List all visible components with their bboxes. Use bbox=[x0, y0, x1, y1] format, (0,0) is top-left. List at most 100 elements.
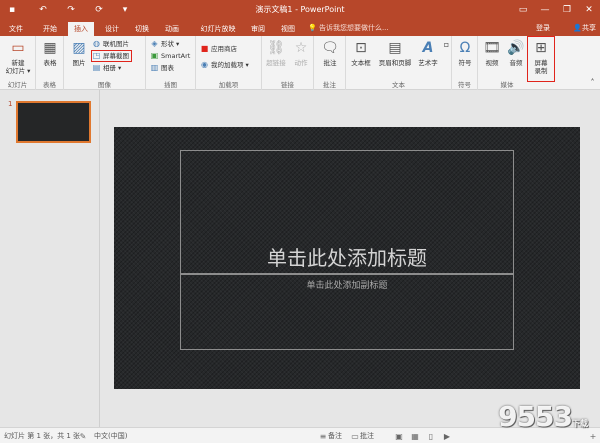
chevron-down-icon: ▾ bbox=[245, 61, 249, 69]
slide-thumbnail[interactable] bbox=[16, 101, 91, 143]
comment-label: 批注 bbox=[323, 59, 337, 67]
header-footer-button[interactable]: ▤ 页眉和页脚 bbox=[376, 39, 414, 67]
group-slides-label: 幻灯片 bbox=[7, 81, 28, 89]
zoom-in-icon[interactable]: + bbox=[588, 431, 598, 441]
wordart-label: 艺术字 bbox=[418, 59, 438, 67]
watermark-logo: 9553下载 bbox=[498, 400, 588, 433]
wordart-button[interactable]: A 艺术字 bbox=[416, 39, 440, 67]
group-tables: ▦ 表格 表格 bbox=[36, 36, 64, 90]
reading-view-icon[interactable]: ▯ bbox=[426, 431, 436, 441]
group-addins: ■ 应用商店 ◉ 我的加载项 ▾ 加载项 bbox=[196, 36, 262, 90]
textbox-button[interactable]: ⊡ 文本框 bbox=[348, 39, 374, 67]
table-button[interactable]: ▦ 表格 bbox=[38, 39, 62, 67]
tab-animations[interactable]: 动画 bbox=[160, 22, 184, 36]
tab-review[interactable]: 审阅 bbox=[248, 22, 268, 36]
table-icon: ▦ bbox=[43, 40, 57, 56]
tab-insert[interactable]: 插入 bbox=[68, 22, 94, 36]
pictures-button[interactable]: ▨ 图片 bbox=[67, 39, 91, 67]
close-button[interactable]: ✕ bbox=[578, 0, 600, 20]
group-slides: ▭ 新建 幻灯片 ▾ 幻灯片 bbox=[0, 36, 36, 90]
collapse-ribbon-icon[interactable]: ˄ bbox=[588, 78, 597, 88]
shapes-button[interactable]: ◈ 形状 ▾ bbox=[150, 39, 179, 49]
video-button[interactable]: 🎞 视频 bbox=[480, 39, 504, 67]
header-footer-icon: ▤ bbox=[388, 40, 402, 56]
comment-button[interactable]: 🗨 批注 bbox=[318, 39, 342, 67]
tell-me-text: 告诉我您想要做什么... bbox=[318, 24, 389, 32]
new-slide-button[interactable]: ▭ 新建 幻灯片 ▾ bbox=[5, 39, 31, 75]
screenshot-icon: ◳ bbox=[92, 51, 101, 60]
chart-button[interactable]: ▥ 图表 bbox=[150, 63, 174, 73]
tab-transitions[interactable]: 切换 bbox=[130, 22, 154, 36]
audio-button[interactable]: 🔊 音频 bbox=[504, 39, 528, 67]
ribbon: ▭ 新建 幻灯片 ▾ 幻灯片 ▦ 表格 表格 ▨ 图片 ◍ 联机图片 ◳ 屏幕截… bbox=[0, 36, 600, 90]
action-button[interactable]: ☆ 动作 bbox=[289, 39, 313, 67]
smartart-button[interactable]: ▣ SmartArt bbox=[150, 51, 191, 61]
title-bar: ▪ ↶ ↷ ⟳ ▾ 演示文稿1 - PowerPoint ▭ — ❐ ✕ bbox=[0, 0, 600, 20]
audio-label: 音频 bbox=[509, 59, 523, 67]
my-addins-button[interactable]: ◉ 我的加载项 ▾ bbox=[200, 60, 249, 70]
group-illustrations-label: 插图 bbox=[164, 81, 177, 89]
maximize-button[interactable]: ❐ bbox=[556, 0, 578, 20]
video-label: 视频 bbox=[485, 59, 499, 67]
spellcheck-icon[interactable]: ✎ bbox=[78, 431, 88, 441]
group-comments-label: 批注 bbox=[323, 81, 336, 89]
tab-file[interactable]: 文件 bbox=[4, 22, 28, 36]
textbox-icon: ⊡ bbox=[355, 40, 367, 56]
store-button[interactable]: ■ 应用商店 bbox=[200, 44, 237, 54]
wordart-icon: A bbox=[422, 40, 434, 56]
symbol-button[interactable]: Ω 符号 bbox=[453, 39, 477, 67]
chevron-down-icon: ▾ bbox=[118, 64, 122, 72]
tab-view[interactable]: 视图 bbox=[278, 22, 298, 36]
addins-icon: ◉ bbox=[201, 60, 208, 69]
login-link[interactable]: 登录 bbox=[536, 22, 550, 34]
new-slide-label: 新建 幻灯片 ▾ bbox=[5, 59, 31, 75]
chart-label: 图表 bbox=[161, 64, 174, 72]
minimize-button[interactable]: — bbox=[534, 0, 556, 20]
ribbon-tabs: 文件 开始 插入 设计 切换 动画 幻灯片放映 审阅 视图 💡 告诉我您想要做什… bbox=[0, 20, 600, 36]
tell-me-box[interactable]: 💡 告诉我您想要做什么... bbox=[308, 22, 389, 34]
album-button[interactable]: ▤ 相册 ▾ bbox=[92, 63, 122, 73]
shapes-icon: ◈ bbox=[151, 39, 158, 48]
comments-button[interactable]: 批注 bbox=[360, 431, 374, 441]
smartart-icon: ▣ bbox=[150, 51, 159, 60]
group-images-label: 图像 bbox=[98, 81, 111, 89]
ribbon-options-icon[interactable]: ▭ bbox=[512, 0, 534, 20]
album-label: 相册 bbox=[103, 64, 116, 72]
screen-recording-button[interactable]: ⊞ 屏幕 录制 bbox=[527, 36, 555, 82]
comments-icon: ▭ bbox=[351, 431, 359, 441]
group-symbols-label: 符号 bbox=[458, 81, 471, 89]
screenshot-button[interactable]: ◳ 屏幕截图 bbox=[91, 50, 132, 62]
slideshow-view-icon[interactable]: ▶ bbox=[442, 431, 452, 441]
notes-button[interactable]: 备注 bbox=[328, 431, 342, 441]
table-label: 表格 bbox=[43, 59, 57, 67]
share-button[interactable]: 👤共享 bbox=[573, 22, 596, 34]
group-addins-label: 加载项 bbox=[218, 81, 239, 89]
shapes-label: 形状 bbox=[161, 40, 174, 48]
lightbulb-icon: 💡 bbox=[308, 24, 317, 32]
group-text-label: 文本 bbox=[392, 81, 405, 89]
more-text-icon[interactable]: ▫ bbox=[442, 40, 451, 50]
my-addins-label: 我的加载项 bbox=[211, 61, 244, 69]
tab-slideshow[interactable]: 幻灯片放映 bbox=[196, 22, 240, 36]
store-label: 应用商店 bbox=[211, 45, 237, 53]
video-icon: 🎞 bbox=[483, 40, 501, 56]
album-icon: ▤ bbox=[92, 63, 101, 72]
group-links: ⛓ 超链接 ☆ 动作 链接 bbox=[262, 36, 314, 90]
normal-view-icon[interactable]: ▣ bbox=[394, 431, 404, 441]
online-pictures-label: 联机图片 bbox=[103, 40, 129, 48]
slide-sorter-icon[interactable]: ▦ bbox=[410, 431, 420, 441]
tab-design[interactable]: 设计 bbox=[100, 22, 124, 36]
group-media-label: 媒体 bbox=[500, 81, 514, 89]
online-pictures-button[interactable]: ◍ 联机图片 bbox=[92, 39, 129, 49]
screen-recording-label: 屏幕 录制 bbox=[534, 59, 548, 75]
tab-home[interactable]: 开始 bbox=[38, 22, 62, 36]
language[interactable]: 中文(中国) bbox=[94, 431, 127, 441]
hyperlink-button[interactable]: ⛓ 超链接 bbox=[264, 39, 288, 67]
group-media: 🎞 视频 🔊 音频 ⊞ 屏幕 录制 媒体 ˄ bbox=[478, 36, 600, 90]
action-star-icon: ☆ bbox=[294, 40, 308, 56]
hyperlink-icon: ⛓ bbox=[267, 40, 285, 56]
group-symbols: Ω 符号 符号 bbox=[452, 36, 478, 90]
watermark-suffix: 下载 bbox=[572, 419, 588, 428]
group-tables-label: 表格 bbox=[43, 81, 56, 89]
person-icon: 👤 bbox=[573, 24, 582, 32]
